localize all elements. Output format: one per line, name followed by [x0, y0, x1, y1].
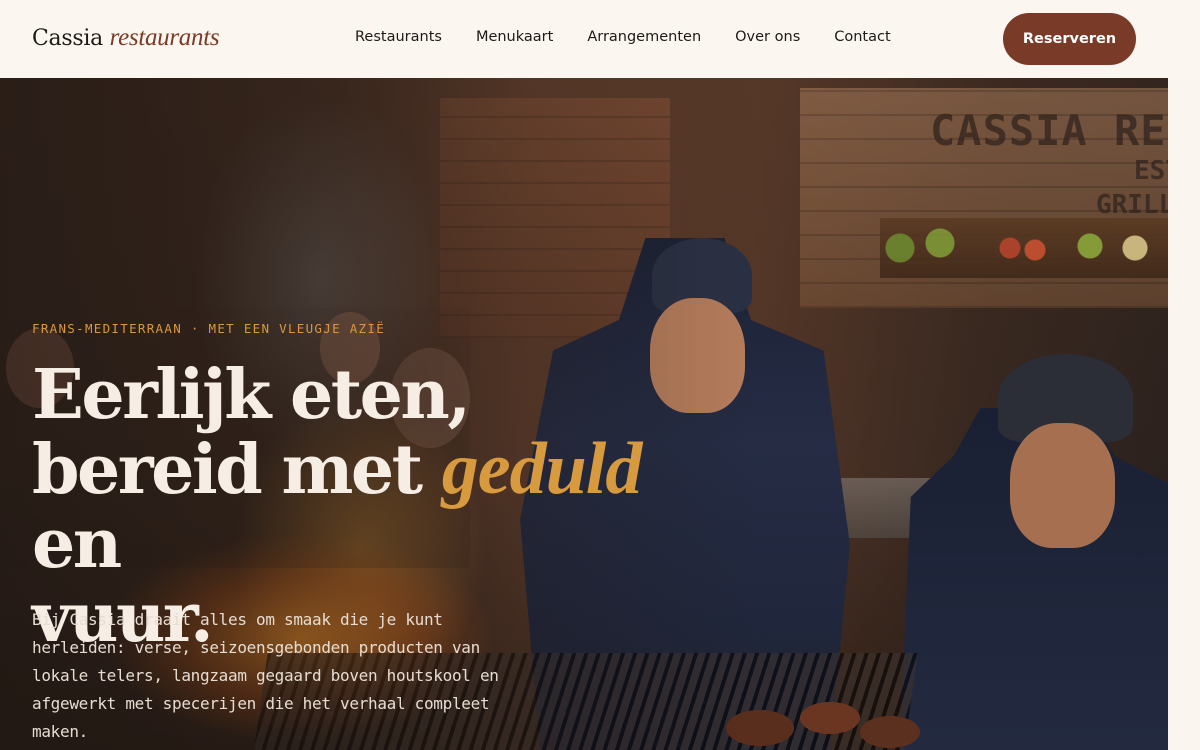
- nav-contact[interactable]: Contact: [834, 29, 890, 45]
- site-header: Cassia restaurants Restaurants Menukaart…: [0, 0, 1200, 78]
- hero-photo-produce-crates: [880, 218, 1168, 278]
- headline-line-1: Eerlijk eten,: [32, 355, 471, 435]
- hero-eyebrow: FRANS-MEDITERRAAN · MET EEN VLEUGJE AZIË: [32, 321, 386, 336]
- reserve-button[interactable]: Reserveren: [1003, 13, 1136, 65]
- hero-photo-sign-text: CASSIA RE: [930, 106, 1167, 155]
- nav-arrangementen[interactable]: Arrangementen: [587, 29, 701, 45]
- headline-line-2: bereid met: [32, 430, 423, 510]
- nav-over-ons[interactable]: Over ons: [735, 29, 800, 45]
- logo[interactable]: Cassia restaurants: [32, 24, 220, 52]
- hero-intro: Bij Cassia draait alles om smaak die je …: [32, 610, 499, 741]
- hero-photo-sign-text-2: EST: [1134, 156, 1168, 186]
- main-nav: Restaurants Menukaart Arrangementen Over…: [355, 29, 925, 45]
- hero-photo-sign-text-3: GRILL: [1096, 190, 1168, 220]
- logo-accent: restaurants: [109, 24, 220, 51]
- headline-accent: geduld: [441, 428, 643, 510]
- hero-photo-chef-right-face: [1010, 423, 1115, 548]
- logo-main: Cassia: [32, 26, 103, 51]
- nav-menukaart[interactable]: Menukaart: [476, 29, 553, 45]
- nav-restaurants[interactable]: Restaurants: [355, 29, 442, 45]
- page-gutter: [1168, 78, 1200, 750]
- headline-en: en: [32, 504, 122, 584]
